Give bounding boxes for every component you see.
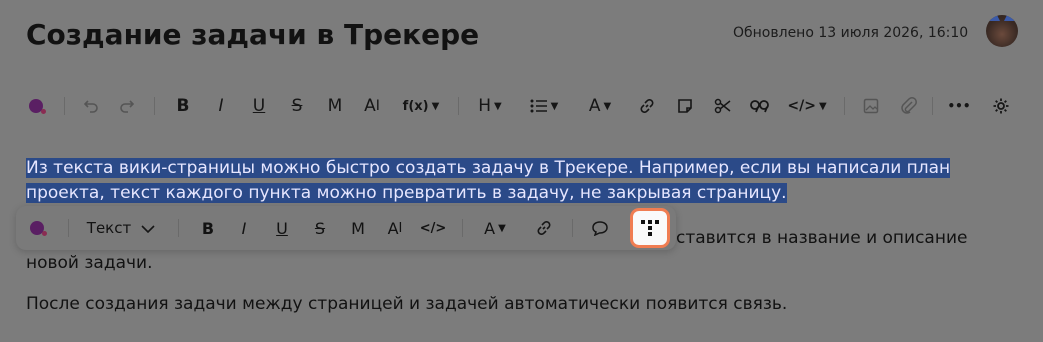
gear-icon[interactable] [988, 90, 1014, 122]
heading-label: H [478, 96, 492, 116]
redo-icon[interactable] [114, 90, 140, 122]
text-color-label: A [484, 218, 496, 238]
text-style-dropdown[interactable]: Текст [82, 212, 160, 244]
divider [458, 97, 459, 115]
create-tracker-task-button[interactable] [630, 208, 670, 248]
text-style-label: Текст [86, 219, 132, 237]
divider [64, 97, 65, 115]
divider [154, 97, 155, 115]
text-size-button[interactable]: AI [380, 212, 410, 244]
bold-button[interactable]: B [170, 90, 196, 122]
divider [844, 97, 845, 115]
underline-button[interactable]: U [268, 212, 296, 244]
undo-icon[interactable] [78, 90, 104, 122]
italic-button[interactable]: I [230, 212, 258, 244]
paragraph-line: новой задачи. [26, 253, 153, 273]
code-button[interactable]: </> [418, 212, 448, 244]
divider [462, 219, 463, 237]
formula-dropdown[interactable]: f(x) ▼ [396, 90, 446, 122]
attachment-icon[interactable] [896, 90, 922, 122]
chevron-down-icon: ▼ [818, 100, 827, 112]
bold-button[interactable]: B [194, 212, 222, 244]
divider [572, 219, 573, 237]
avatar-ear-right [1004, 15, 1016, 21]
text-color-label: A [588, 96, 601, 116]
editor-toolbar: B I U S M AI f(x) ▼ H ▼ ▼ A ▼ </> ▼ ••• [22, 90, 1022, 122]
tracker-icon [641, 220, 659, 236]
monospace-button[interactable]: M [322, 90, 348, 122]
strikethrough-button[interactable]: S [306, 212, 334, 244]
chevron-down-icon: ▼ [603, 100, 612, 112]
page-title: Создание задачи в Трекере [26, 18, 480, 51]
formula-label: f(x) [402, 98, 429, 114]
selected-text: Из текста вики-страницы можно быстро соз… [26, 158, 951, 203]
strikethrough-button[interactable]: S [284, 90, 310, 122]
text-color-dropdown[interactable]: A ▼ [580, 90, 620, 122]
code-label: </> [787, 98, 816, 114]
text-size-button[interactable]: AI [358, 90, 386, 122]
chevron-down-icon: ▼ [498, 222, 506, 234]
note-icon[interactable] [672, 90, 698, 122]
color-marker-icon[interactable] [22, 90, 50, 122]
divider [178, 219, 179, 237]
more-icon[interactable]: ••• [944, 90, 974, 122]
code-dropdown[interactable]: </> ▼ [784, 90, 830, 122]
text-size-label: A [387, 218, 399, 238]
text-color-dropdown[interactable]: A ▼ [474, 212, 516, 244]
link-icon[interactable] [530, 212, 558, 244]
color-marker-icon[interactable] [22, 212, 52, 244]
updated-timestamp: Обновлено 13 июля 2026, 16:10 [733, 25, 969, 41]
divider [932, 97, 933, 115]
image-icon[interactable] [858, 90, 884, 122]
quote-icon[interactable] [746, 90, 774, 122]
comment-icon[interactable] [586, 212, 614, 244]
selection-toolbar: Текст B I U S M AI </> A ▼ [16, 206, 676, 250]
chevron-down-icon: ▼ [494, 100, 502, 112]
link-icon[interactable] [634, 90, 660, 122]
avatar[interactable] [986, 15, 1018, 47]
avatar-ear-left [988, 15, 1000, 21]
chevron-down-icon: ▼ [431, 100, 440, 112]
paragraph: После создания задачи между страницей и … [26, 294, 788, 314]
italic-button[interactable]: I [208, 90, 234, 122]
heading-dropdown[interactable]: H ▼ [470, 90, 510, 122]
paragraph-line-tail: ставится в название и описание [676, 228, 968, 248]
monospace-button[interactable]: M [344, 212, 372, 244]
chevron-down-icon: ▼ [550, 100, 559, 112]
list-icon [530, 99, 547, 113]
selected-paragraph[interactable]: Из текста вики-страницы можно быстро соз… [26, 156, 1016, 206]
text-size-label: A [364, 96, 376, 116]
chevron-down-icon [141, 219, 155, 237]
divider [68, 219, 69, 237]
scissors-icon[interactable] [710, 90, 736, 122]
underline-button[interactable]: U [246, 90, 272, 122]
list-dropdown[interactable]: ▼ [524, 90, 564, 122]
